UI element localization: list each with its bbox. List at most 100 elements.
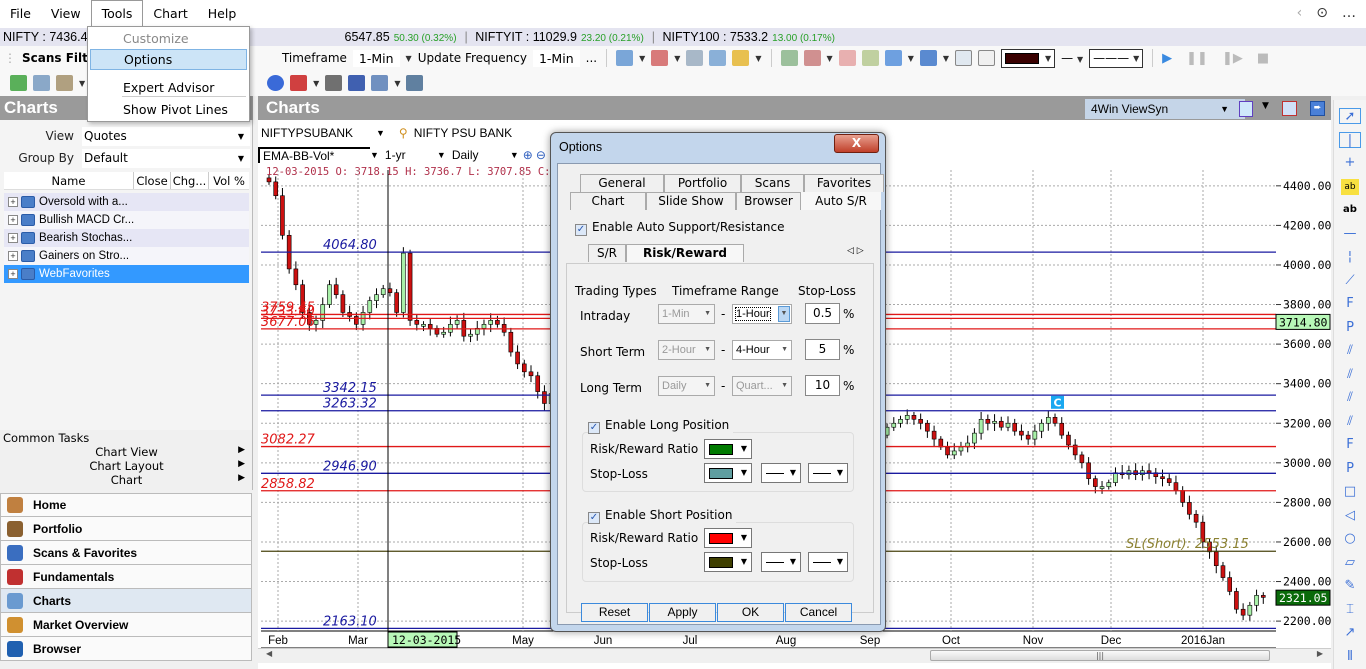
scan-add-icon[interactable] [709,50,727,66]
collapse-ribbon-icon[interactable]: ⊙ [1316,5,1328,21]
arrow-icon[interactable]: ↗ [1341,625,1359,641]
signal-icon[interactable] [861,50,879,66]
short-sl-line-width[interactable]: ▼ [808,552,848,572]
calendar-icon[interactable] [978,50,996,66]
line-width-picker[interactable]: ——— ▼ [1089,48,1144,68]
play-icon[interactable]: ▶ [1162,51,1172,66]
subtab-risk-reward[interactable]: Risk/Reward Ra... [626,244,744,277]
maximize-icon[interactable] [1282,101,1297,116]
menu-item-show-pivot-lines[interactable]: Show Pivot Lines [90,99,247,120]
nav-market-overview[interactable]: Market Overview [0,613,252,637]
range-select[interactable]: 1-yr [385,148,437,162]
rectangle-icon[interactable]: □ [1341,484,1359,500]
zoom-in-icon[interactable]: ⊕ [523,148,533,162]
col-name[interactable]: Name [4,172,134,189]
parallelogram-icon[interactable]: ▱ [1341,555,1359,571]
cancel-button[interactable]: Cancel [785,603,852,622]
expand-icon[interactable]: + [8,197,18,207]
menu-item-expert-advisor[interactable]: Expert Advisor [90,77,247,98]
text-icon[interactable]: ab [1341,202,1359,218]
subtab-sr[interactable]: S/R [588,244,626,262]
chart-type-icon[interactable] [884,50,902,66]
period-select[interactable]: Daily [452,148,510,162]
reset-button[interactable]: Reset [581,603,648,622]
nav-charts[interactable]: Charts [0,589,252,613]
fib-fan-icon[interactable]: F [1341,437,1359,453]
scan-list-item[interactable]: + Oversold with a... [4,193,249,211]
vertical-segment-icon[interactable]: ¦ [1341,249,1359,265]
expand-icon[interactable]: + [8,269,18,279]
tab-browser[interactable]: Browser [736,192,801,210]
vertical-line-icon[interactable]: | [1339,131,1361,148]
long-sl-line-style[interactable]: ▼ [761,463,801,483]
tab-portfolio[interactable]: Portfolio [664,174,741,192]
col-change[interactable]: Chg... [171,172,209,189]
long-sl-color-picker[interactable]: ▼ [704,463,752,483]
ticker-nifty[interactable]: NIFTY : 7436.4 [3,30,88,44]
cycle-lines-icon[interactable]: ⦀ [1341,649,1359,665]
timeframe-to-select[interactable]: 1-Hour ▼ [732,304,792,324]
ok-button[interactable]: OK [717,603,784,622]
settings-icon[interactable] [371,75,389,91]
add-indicator-icon[interactable] [780,50,798,66]
menu-file[interactable]: File [0,0,41,28]
enable-short-checkbox[interactable]: ✓ Enable Short Position [588,508,737,524]
symbol-select[interactable]: NIFTYPSUBANK [258,126,376,140]
line-study-icon[interactable] [838,50,856,66]
nav-browser[interactable]: Browser [0,637,252,661]
viewsync-select[interactable]: 4Win ViewSyn ▼ [1085,99,1245,119]
text-label-icon[interactable]: ab [1341,178,1359,195]
crosshair-icon[interactable]: + [1341,155,1359,171]
alert-bell-icon[interactable] [732,50,750,66]
menu-view[interactable]: View [41,0,91,28]
save-icon[interactable] [348,75,366,91]
enable-long-checkbox[interactable]: ✓ Enable Long Position [588,418,734,434]
disconnect-icon[interactable] [406,75,424,91]
step-icon[interactable]: ❚▶ [1222,51,1243,66]
chevron-down-icon[interactable]: ▼ [406,54,412,63]
update-frequency-select[interactable]: 1-Min [532,49,580,67]
measure-icon[interactable]: ⌶ [1341,602,1359,618]
tab-slide-show[interactable]: Slide Show [646,192,736,210]
help-icon[interactable] [267,75,285,91]
tab-favorites[interactable]: Favorites [804,174,884,192]
fib-pen-icon[interactable]: ✎ [1341,578,1359,594]
expand-icon[interactable]: + [8,251,18,261]
ticker-nifty100[interactable]: NIFTY100 : 7533.2 13.00 (0.17%) [663,30,839,44]
more-button[interactable]: ... [586,51,597,65]
refresh-icon[interactable] [10,75,27,91]
long-rr-color-picker[interactable]: ▼ [704,439,752,459]
detach-arrow-icon[interactable]: ➨ [1310,101,1325,116]
scan-list-item[interactable]: + Gainers on Stro... [4,247,249,265]
parallel-channel-icon[interactable]: ⫽ [1341,414,1359,430]
menu-chart[interactable]: Chart [143,0,197,28]
col-volume[interactable]: Vol % [209,172,249,189]
fibonacci-icon[interactable]: F [1341,296,1359,312]
add-watchlist-icon[interactable] [616,50,634,66]
chart-wizard-icon[interactable] [33,75,50,91]
remove-indicator-icon[interactable] [803,50,821,66]
triangle-icon[interactable]: ◁ [1341,508,1359,524]
color-scheme-icon[interactable] [919,50,937,66]
view-select[interactable]: Quotes ▼ [82,126,250,146]
menu-tools[interactable]: Tools [90,0,144,28]
pivot-fan-icon[interactable]: P [1341,461,1359,477]
tab-scans[interactable]: Scans [741,174,804,192]
tab-scroll-arrows[interactable]: ◁ ▷ [847,246,864,256]
notes-icon[interactable] [955,50,973,66]
col-close[interactable]: Close [134,172,171,189]
channel-alt-icon[interactable]: ⫽ [1341,367,1359,383]
template-select[interactable]: EMA-BB-Vol* [258,147,370,163]
scan-list-item[interactable]: + Bullish MACD Cr... [4,211,249,229]
horizontal-line-icon[interactable]: — [1341,226,1359,242]
apply-button[interactable]: Apply [649,603,716,622]
short-sl-color-picker[interactable]: ▼ [704,552,752,572]
pause-icon[interactable]: ❚❚ [1186,51,1208,66]
scan-list-item[interactable]: + WebFavorites [4,265,249,283]
task-chart-view[interactable]: Chart View ▶ [0,445,253,459]
nav-home[interactable]: Home [0,493,252,517]
andrews-pitchfork-icon[interactable]: ⫽ [1341,390,1359,406]
ellipse-icon[interactable]: ○ [1341,531,1359,547]
search-icon[interactable]: ⚲ [399,126,408,140]
more-icon[interactable]: … [1342,5,1356,21]
